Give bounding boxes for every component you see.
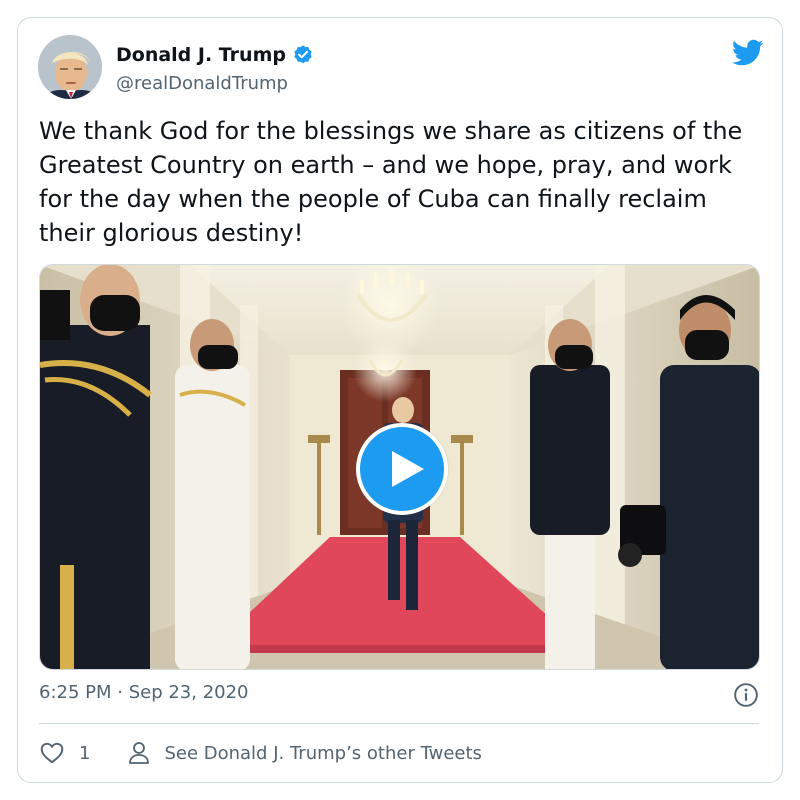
verified-badge-icon bbox=[294, 45, 312, 64]
info-icon[interactable] bbox=[733, 682, 759, 708]
twitter-bird-icon[interactable] bbox=[732, 39, 764, 67]
play-button[interactable] bbox=[356, 423, 448, 515]
tweet-card[interactable]: Donald J. Trump @realDonaldTrump We than… bbox=[17, 17, 783, 783]
author-name[interactable]: Donald J. Trump bbox=[116, 44, 314, 66]
tweet-timestamp[interactable]: 6:25 PM · Sep 23, 2020 bbox=[39, 682, 249, 703]
see-other-tweets-link[interactable]: See Donald J. Trump’s other Tweets bbox=[164, 743, 481, 764]
tweet-actions: 1 See Donald J. Trump’s other Tweets bbox=[39, 736, 759, 770]
divider bbox=[39, 723, 759, 724]
tweet-text: We thank God for the blessings we share … bbox=[39, 117, 743, 247]
author-handle[interactable]: @realDonaldTrump bbox=[116, 73, 288, 94]
person-icon[interactable] bbox=[128, 741, 150, 765]
play-icon bbox=[392, 451, 424, 487]
author-name-text: Donald J. Trump bbox=[116, 44, 286, 66]
tweet-header: Donald J. Trump @realDonaldTrump bbox=[38, 35, 764, 99]
video-player[interactable] bbox=[39, 264, 760, 670]
author-avatar[interactable] bbox=[38, 35, 102, 99]
like-count: 1 bbox=[79, 742, 91, 764]
heart-icon[interactable] bbox=[39, 740, 65, 766]
